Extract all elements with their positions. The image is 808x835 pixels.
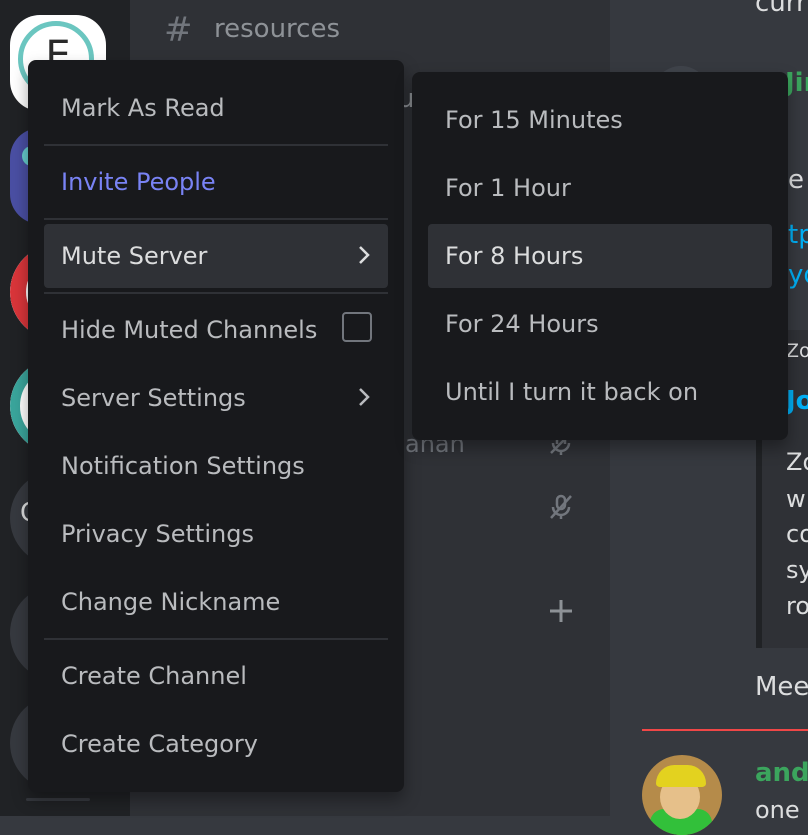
menu-item-invite-people[interactable]: Invite People — [44, 150, 388, 214]
embed-author: Zo — [786, 340, 808, 362]
embed-text: Zo — [786, 448, 808, 476]
avatar[interactable] — [642, 755, 722, 835]
submenu-item-24-hours[interactable]: For 24 Hours — [428, 292, 772, 356]
menu-item-hide-muted-channels[interactable]: Hide Muted Channels — [44, 298, 388, 362]
message-text: curr — [755, 0, 807, 18]
embed-text: w — [786, 485, 806, 513]
channel-name[interactable]: resources — [214, 14, 340, 44]
menu-item-notification-settings[interactable]: Notification Settings — [44, 434, 388, 498]
username[interactable]: andr — [755, 758, 808, 788]
menu-item-label: Change Nickname — [61, 588, 281, 616]
menu-item-mark-as-read[interactable]: Mark As Read — [44, 76, 388, 140]
menu-item-label: Privacy Settings — [61, 520, 254, 548]
menu-item-label: Server Settings — [61, 384, 246, 412]
menu-item-label: Notification Settings — [61, 452, 305, 480]
menu-divider — [44, 144, 388, 146]
menu-divider — [44, 638, 388, 640]
message-text: Mee — [755, 672, 808, 702]
submenu-item-label: For 1 Hour — [445, 174, 571, 202]
channel-hash-icon: # — [164, 10, 193, 50]
checkbox[interactable] — [342, 312, 372, 342]
server-context-menu: Mark As Read Invite People Mute Server H… — [28, 60, 404, 792]
menu-item-label: Mark As Read — [61, 94, 225, 122]
embed-title[interactable]: Jo — [786, 386, 808, 416]
menu-divider — [44, 292, 388, 294]
message-link[interactable]: tp — [788, 220, 808, 250]
submenu-item-label: For 8 Hours — [445, 242, 584, 270]
embed-text: co — [786, 520, 808, 548]
embed-text: ro — [786, 592, 808, 620]
mute-duration-submenu: For 15 Minutes For 1 Hour For 8 Hours Fo… — [412, 72, 788, 440]
menu-divider — [44, 218, 388, 220]
menu-item-label: Mute Server — [61, 242, 208, 270]
submenu-item-label: For 15 Minutes — [445, 106, 623, 134]
new-messages-divider — [642, 729, 808, 731]
menu-item-create-channel[interactable]: Create Channel — [44, 644, 388, 708]
menu-item-label: Create Channel — [61, 662, 247, 690]
menu-item-create-category[interactable]: Create Category — [44, 712, 388, 776]
menu-item-label: Invite People — [61, 168, 216, 196]
submenu-item-label: For 24 Hours — [445, 310, 599, 338]
submenu-item-1-hour[interactable]: For 1 Hour — [428, 156, 772, 220]
rail-divider — [26, 798, 90, 801]
menu-item-label: Hide Muted Channels — [61, 316, 318, 344]
chevron-right-icon — [359, 388, 370, 406]
submenu-item-8-hours[interactable]: For 8 Hours — [428, 224, 772, 288]
username[interactable]: Jim — [785, 68, 808, 98]
submenu-item-15-minutes[interactable]: For 15 Minutes — [428, 88, 772, 152]
menu-item-mute-server[interactable]: Mute Server — [44, 224, 388, 288]
message-text: e — [788, 165, 804, 195]
add-channel-plus-icon[interactable] — [548, 598, 574, 624]
muted-mic-icon[interactable] — [548, 494, 574, 520]
menu-item-change-nickname[interactable]: Change Nickname — [44, 570, 388, 634]
message-link[interactable]: yd — [788, 260, 808, 290]
menu-item-privacy-settings[interactable]: Privacy Settings — [44, 502, 388, 566]
message-text: one — [755, 796, 800, 824]
embed-text: sy — [786, 556, 808, 584]
submenu-item-label: Until I turn it back on — [445, 378, 699, 406]
chevron-right-icon — [359, 246, 370, 264]
menu-item-label: Create Category — [61, 730, 259, 758]
submenu-item-until-turned-back-on[interactable]: Until I turn it back on — [428, 360, 772, 424]
menu-item-server-settings[interactable]: Server Settings — [44, 366, 388, 430]
